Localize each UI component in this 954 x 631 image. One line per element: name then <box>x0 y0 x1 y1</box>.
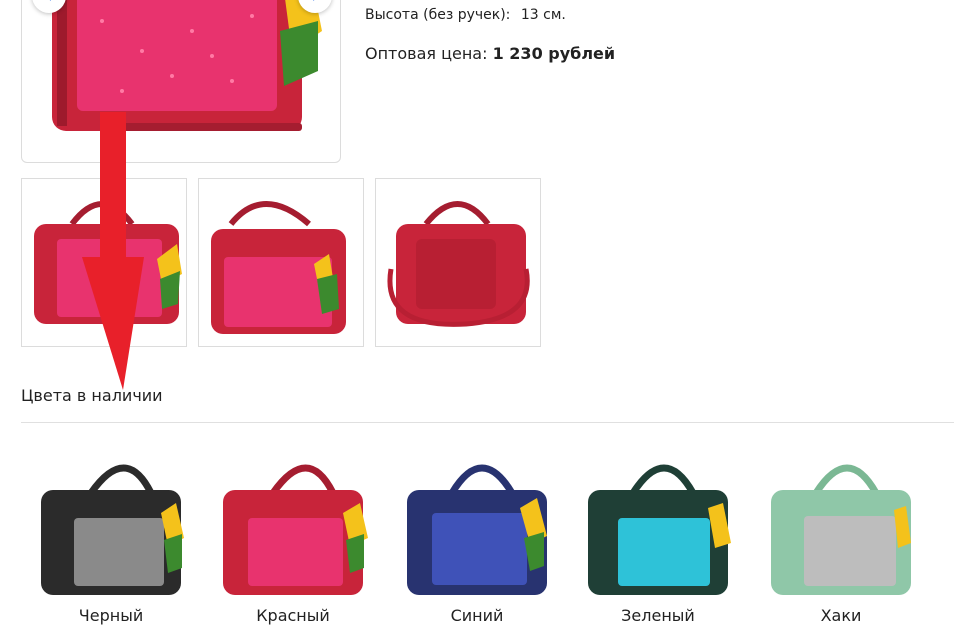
bag-khaki-image <box>771 464 911 595</box>
bag-red-image <box>223 464 368 595</box>
color-option-green[interactable]: Зеленый <box>583 448 733 631</box>
chevron-right-icon: › <box>312 0 319 6</box>
wholesale-price: Оптовая цена: 1 230 рублей <box>365 44 615 63</box>
price-label: Оптовая цена: <box>365 44 488 63</box>
height-spec: Высота (без ручек): 13 см. <box>365 7 566 23</box>
color-label: Черный <box>78 606 144 625</box>
main-product-photo[interactable]: ‹ › <box>21 0 341 163</box>
color-option-khaki[interactable]: Хаки <box>766 448 916 631</box>
bag-thumbnail-image <box>211 201 346 334</box>
bag-black-image <box>41 464 184 595</box>
section-divider <box>21 422 954 423</box>
colors-section-title: Цвета в наличии <box>21 386 163 405</box>
color-label: Зеленый <box>621 606 695 625</box>
height-label: Высота (без ручек): <box>365 7 511 23</box>
color-option-black[interactable]: Черный <box>36 448 186 631</box>
chevron-left-icon: ‹ <box>46 0 53 6</box>
bag-green-image <box>588 464 731 595</box>
color-option-red[interactable]: Красный <box>218 448 368 631</box>
color-label: Синий <box>450 606 504 625</box>
bag-thumbnail-image <box>387 201 530 327</box>
thumbnail-3[interactable] <box>375 178 541 347</box>
red-arrow-icon <box>82 112 144 390</box>
color-label: Красный <box>256 606 330 625</box>
price-value: 1 230 рублей <box>492 44 616 63</box>
bag-blue-image <box>407 464 547 595</box>
thumbnail-2[interactable] <box>198 178 364 347</box>
height-value: 13 см. <box>520 7 566 23</box>
color-label: Хаки <box>820 606 862 625</box>
color-option-blue[interactable]: Синий <box>402 448 552 631</box>
main-bag-image <box>52 0 322 131</box>
